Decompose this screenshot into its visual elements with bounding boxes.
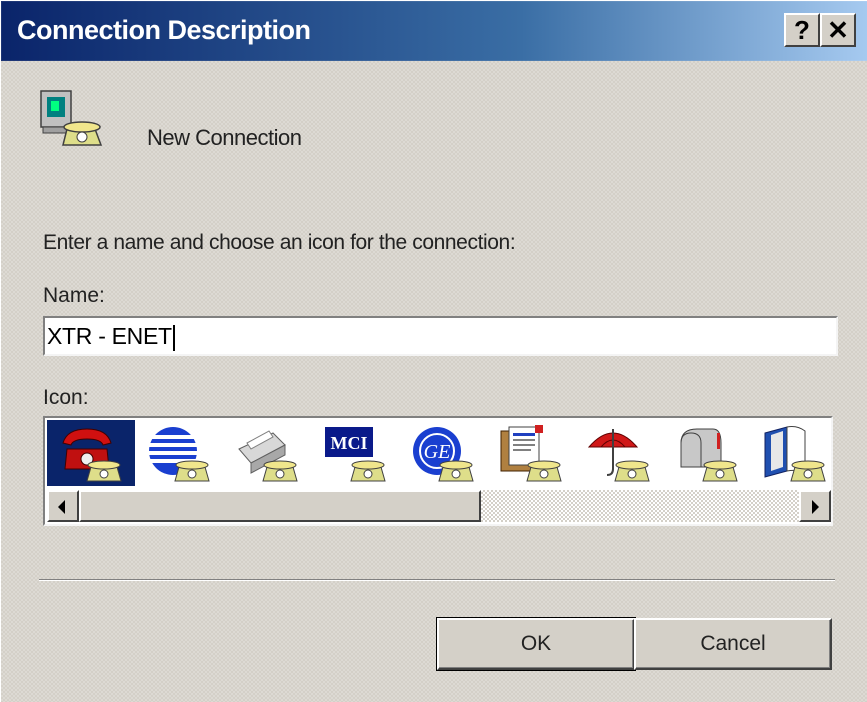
icon-option-umbrella[interactable] — [575, 420, 663, 486]
mci-text: MCI — [331, 433, 368, 453]
title-bar[interactable]: Connection Description ? ✕ — [1, 1, 867, 61]
icon-option-fax[interactable] — [223, 420, 311, 486]
mci-icon: MCI — [325, 427, 386, 482]
documents-icon — [500, 425, 562, 482]
close-button[interactable]: ✕ — [820, 13, 856, 47]
fax-machine-icon — [238, 430, 298, 482]
help-button[interactable]: ? — [784, 13, 820, 47]
icon-option-mailbox[interactable] — [663, 420, 751, 486]
icon-label: Icon: — [43, 386, 89, 409]
name-input-value: XTR - ENET — [47, 323, 172, 349]
icon-option-book[interactable] — [751, 420, 831, 486]
name-label: Name: — [43, 284, 105, 307]
icon-option-ge[interactable]: GE — [399, 420, 487, 486]
book-icon — [764, 426, 826, 482]
scroll-right-button[interactable] — [799, 490, 831, 522]
icon-option-red-telephone[interactable] — [47, 420, 135, 486]
icon-option-mci[interactable]: MCI — [311, 420, 399, 486]
icon-strip: MCI GE — [47, 420, 831, 488]
mailbox-icon — [680, 428, 738, 482]
text-caret — [172, 324, 175, 351]
instruction-text: Enter a name and choose an icon for the … — [43, 231, 516, 254]
ge-logo-icon: GE — [413, 427, 474, 482]
window-title: Connection Description — [17, 15, 311, 45]
red-telephone-icon — [62, 428, 122, 482]
ge-text: GE — [424, 441, 451, 463]
scroll-thumb[interactable] — [79, 490, 481, 522]
left-arrow-icon — [58, 500, 65, 514]
icon-list[interactable]: MCI GE — [43, 416, 833, 526]
connection-description-dialog: Connection Description ? ✕ New Connectio… — [0, 0, 867, 702]
right-arrow-icon — [812, 500, 819, 514]
icon-option-globe[interactable] — [135, 420, 223, 486]
cancel-button[interactable]: Cancel — [634, 618, 832, 670]
ok-button[interactable]: OK — [436, 617, 636, 671]
name-input[interactable]: XTR - ENET — [43, 316, 838, 356]
umbrella-icon — [587, 429, 650, 482]
modem-phone-icon — [40, 90, 103, 146]
separator-line — [39, 579, 835, 581]
globe-icon — [149, 427, 210, 482]
icon-option-documents[interactable] — [487, 420, 575, 486]
horizontal-scrollbar[interactable] — [47, 490, 831, 522]
connection-name-text: New Connection — [147, 125, 302, 150]
scroll-left-button[interactable] — [47, 490, 79, 522]
